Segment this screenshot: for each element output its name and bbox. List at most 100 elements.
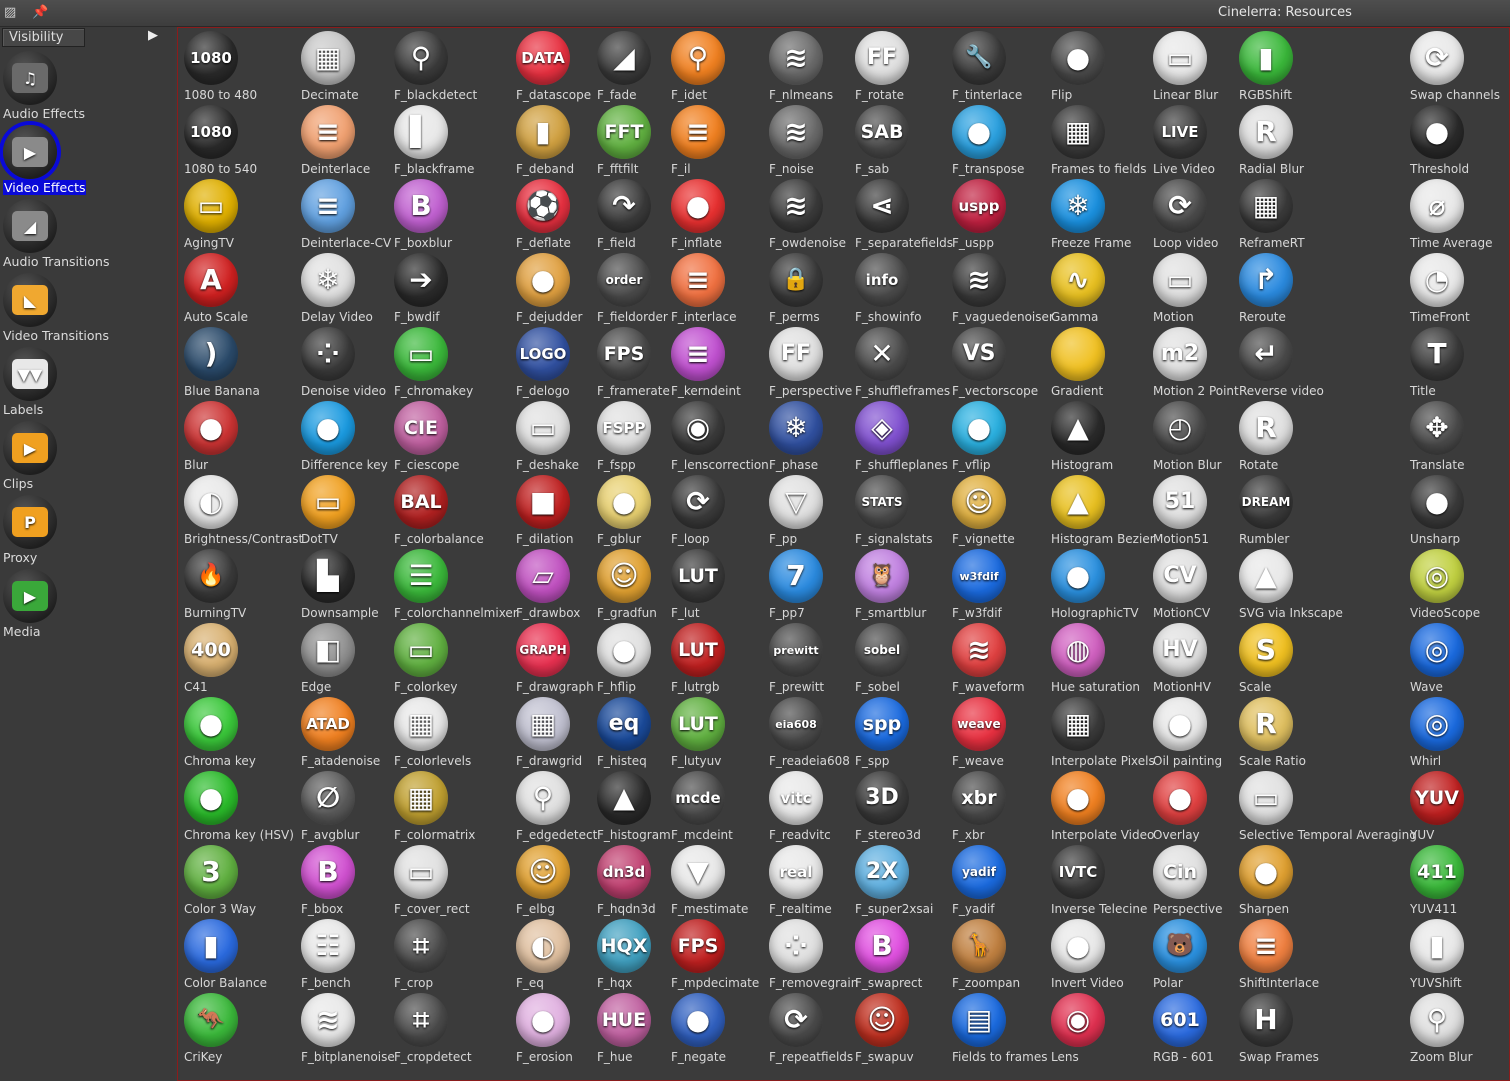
effect-label: F_ciescope: [394, 458, 460, 472]
effect-item[interactable]: R Scale Ratio: [1236, 695, 1356, 769]
effect-item[interactable]: ◔ TimeFront: [1407, 251, 1509, 325]
effect-item[interactable]: CIE F_ciescope: [391, 399, 511, 473]
effect-item[interactable]: ☰ F_colorchannelmixer: [391, 547, 518, 621]
folder-media[interactable]: ▶ Media: [2, 569, 172, 641]
1080-to-540-icon: 1080: [184, 105, 238, 159]
effect-item[interactable]: ▭ Selective Temporal Averaging: [1236, 769, 1417, 843]
folder-labels[interactable]: ▼▼ Labels: [2, 347, 172, 419]
effect-item[interactable]: ⚲ F_blackdetect: [391, 29, 511, 103]
effect-item[interactable]: 400 C41: [181, 621, 301, 695]
effect-label: F_colorbalance: [394, 532, 484, 546]
icon-glyph: FFT: [604, 120, 644, 143]
effect-item[interactable]: ▮ YUVShift: [1407, 917, 1509, 991]
effect-item[interactable]: ▮ RGBShift: [1236, 29, 1356, 103]
effect-label: Motion51: [1153, 532, 1209, 546]
effect-item[interactable]: ▭ F_chromakey: [391, 325, 511, 399]
effect-item[interactable]: H Swap Frames: [1236, 991, 1356, 1065]
effect-item[interactable]: ▌ F_blackframe: [391, 103, 511, 177]
visibility-arrow-icon[interactable]: ▶: [148, 28, 158, 43]
effect-item[interactable]: ↱ Reroute: [1236, 251, 1356, 325]
effect-item[interactable]: ▮ Color Balance: [181, 917, 301, 991]
effect-label: F_interlace: [671, 310, 737, 324]
effect-item[interactable]: 1080 1080 to 480: [181, 29, 301, 103]
svg-inkscape-icon: ▲: [1239, 549, 1293, 603]
effect-label: Freeze Frame: [1051, 236, 1132, 250]
folder-proxy[interactable]: P Proxy: [2, 495, 172, 567]
folder-clips[interactable]: ▶ Clips: [2, 421, 172, 493]
icon-glyph: 51: [1164, 489, 1196, 514]
effect-item[interactable]: ● Chroma key (HSV): [181, 769, 301, 843]
effect-item[interactable]: ➔ F_bwdif: [391, 251, 511, 325]
effect-item[interactable]: ◎ VideoScope: [1407, 547, 1509, 621]
atadenoise-icon: ATAD: [301, 697, 355, 751]
icon-glyph: BAL: [400, 490, 442, 513]
folder-video-effects[interactable]: ▶ Video Effects: [2, 125, 172, 197]
effect-item[interactable]: ↵ Reverse video: [1236, 325, 1356, 399]
effect-item[interactable]: ⌗ F_crop: [391, 917, 511, 991]
effect-item[interactable]: 🔥 BurningTV: [181, 547, 301, 621]
effect-label: F_yadif: [952, 902, 995, 916]
effect-item[interactable]: ▦ ReframeRT: [1236, 177, 1356, 251]
folder-audio-effects[interactable]: ♫ Audio Effects: [2, 51, 172, 123]
effect-item[interactable]: ▦ F_colorlevels: [391, 695, 511, 769]
folder-audio-transitions[interactable]: ◢ Audio Transitions: [2, 199, 172, 271]
effect-item[interactable]: YUV YUV: [1407, 769, 1509, 843]
effect-label: Interpolate Video: [1051, 828, 1155, 842]
icon-glyph: ▭: [1166, 263, 1194, 296]
zoompan-icon: 🦒: [952, 919, 1006, 973]
effect-item[interactable]: S Scale: [1236, 621, 1356, 695]
effect-item[interactable]: ◎ Wave: [1407, 621, 1509, 695]
effect-item[interactable]: ⌀ Time Average: [1407, 177, 1509, 251]
cover-rect-icon: ▭: [394, 845, 448, 899]
effect-item[interactable]: ≡ ShiftInterlace: [1236, 917, 1356, 991]
effect-label: F_lenscorrection: [671, 458, 769, 472]
effect-item[interactable]: 411 YUV411: [1407, 843, 1509, 917]
pin-icon[interactable]: 📌: [32, 5, 48, 20]
icon-glyph: ✕: [870, 337, 894, 370]
effect-label: F_colorlevels: [394, 754, 472, 768]
effect-item[interactable]: ⚲ Zoom Blur: [1407, 991, 1509, 1065]
gradient-icon: [1051, 327, 1105, 381]
effect-item[interactable]: ● Threshold: [1407, 103, 1509, 177]
icon-glyph: ●: [198, 781, 224, 814]
colorlevels-icon: ▦: [394, 697, 448, 751]
effect-item[interactable]: A Auto Scale: [181, 251, 301, 325]
effect-label: F_bbox: [301, 902, 344, 916]
effect-item[interactable]: R Rotate: [1236, 399, 1356, 473]
effect-item[interactable]: BAL F_colorbalance: [391, 473, 511, 547]
effect-item[interactable]: R Radial Blur: [1236, 103, 1356, 177]
effect-item[interactable]: T Title: [1407, 325, 1509, 399]
noise-icon: ≋: [769, 105, 823, 159]
effect-item[interactable]: ● Unsharp: [1407, 473, 1509, 547]
effect-item[interactable]: 1080 1080 to 540: [181, 103, 301, 177]
effect-item[interactable]: ◎ Whirl: [1407, 695, 1509, 769]
icon-glyph: ↵: [1254, 337, 1278, 370]
visibility-button[interactable]: Visibility: [2, 28, 85, 47]
effect-label: YUV411: [1410, 902, 1458, 916]
effect-item[interactable]: B F_boxblur: [391, 177, 511, 251]
effect-item[interactable]: ● Blur: [181, 399, 301, 473]
effect-item[interactable]: ⌗ F_cropdetect: [391, 991, 511, 1065]
effect-label: Brightness/Contrast: [184, 532, 304, 546]
icon-glyph: ◍: [1065, 633, 1091, 666]
effect-item[interactable]: ✥ Translate: [1407, 399, 1509, 473]
effect-item[interactable]: ◐ Brightness/Contrast: [181, 473, 304, 547]
effect-item[interactable]: ● Sharpen: [1236, 843, 1356, 917]
effect-item[interactable]: 🦘 CriKey: [181, 991, 301, 1065]
burning-tv-icon: 🔥: [184, 549, 238, 603]
effect-item[interactable]: ⟳ Swap channels: [1407, 29, 1509, 103]
icon-glyph: ■: [529, 485, 557, 518]
icon-glyph: 🔒: [782, 267, 810, 292]
folder-video-transitions[interactable]: ◣ Video Transitions: [2, 273, 172, 345]
effect-item[interactable]: 3 Color 3 Way: [181, 843, 301, 917]
effect-item[interactable]: ▲ SVG via Inkscape: [1236, 547, 1356, 621]
effect-label: F_deband: [516, 162, 575, 176]
effect-item[interactable]: ▭ AgingTV: [181, 177, 301, 251]
effect-item[interactable]: DREAM Rumbler: [1236, 473, 1356, 547]
effect-item[interactable]: ▭ F_cover_rect: [391, 843, 511, 917]
effect-item[interactable]: ▭ F_colorkey: [391, 621, 511, 695]
title-bar: ▨ 📌 Cinelerra: Resources: [0, 0, 1510, 27]
effect-item[interactable]: ● Chroma key: [181, 695, 301, 769]
effect-item[interactable]: ) Blue Banana: [181, 325, 301, 399]
effect-item[interactable]: ▦ F_colormatrix: [391, 769, 511, 843]
